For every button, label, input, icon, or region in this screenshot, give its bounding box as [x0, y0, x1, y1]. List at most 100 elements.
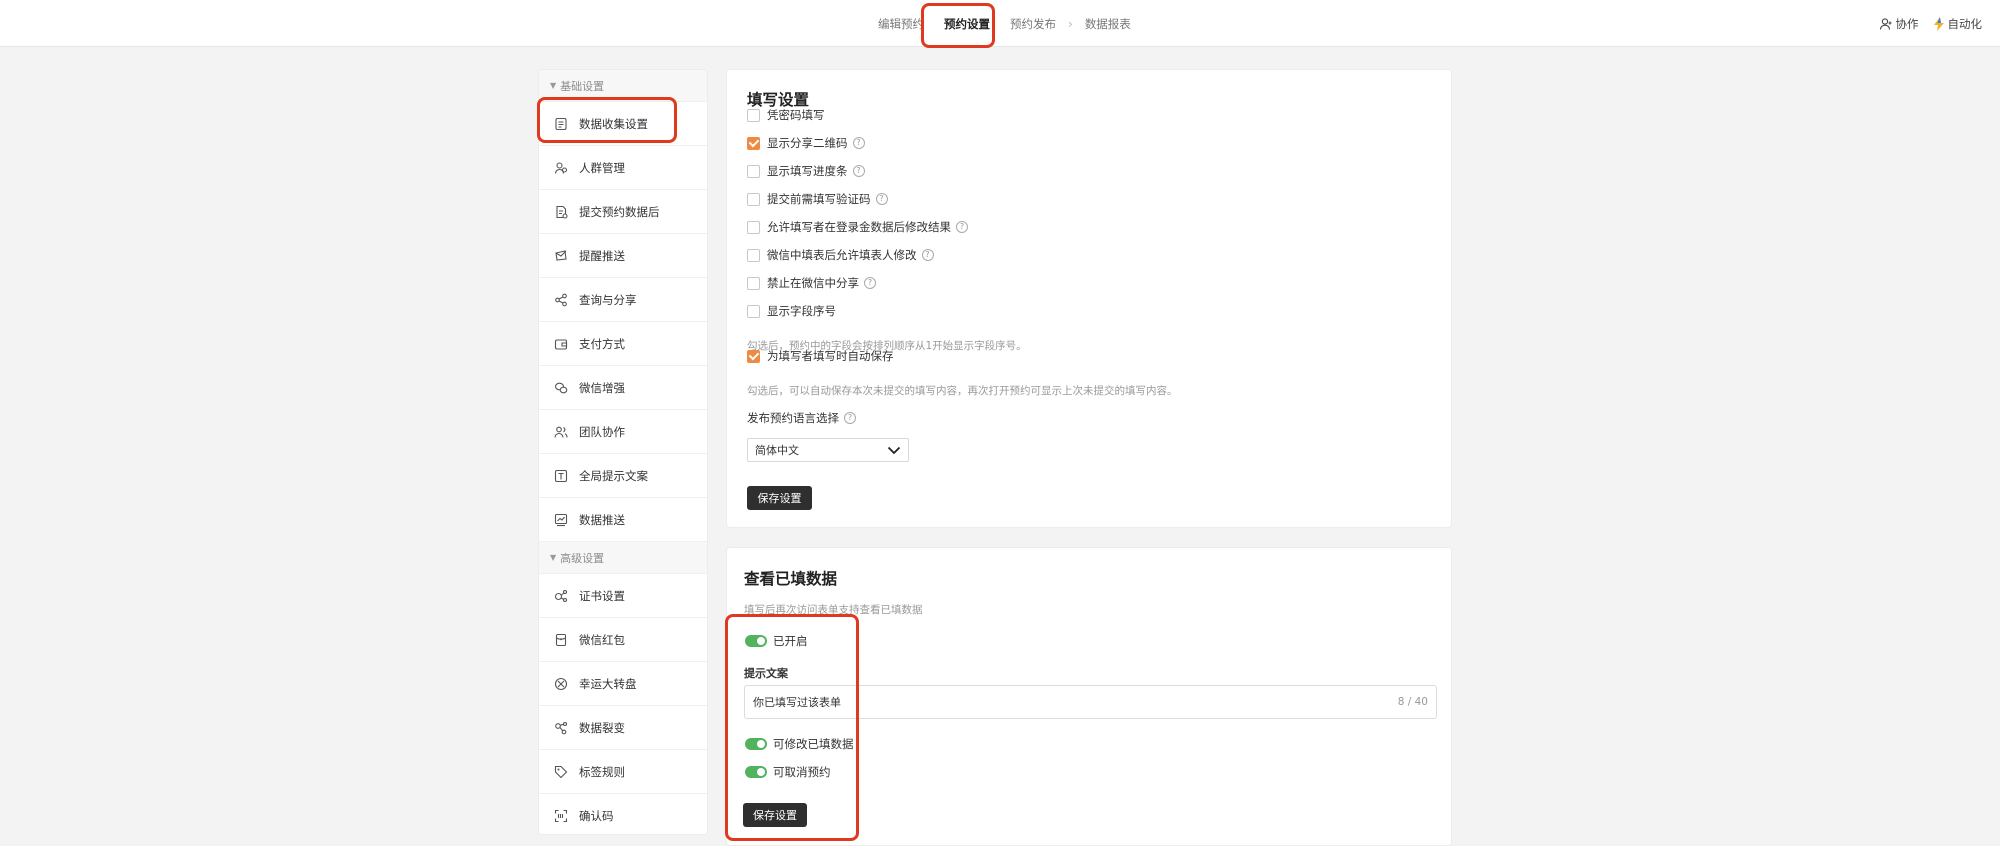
add-user-icon — [1879, 17, 1891, 30]
sidebar-item[interactable]: 数据收集设置 — [539, 102, 707, 146]
option-label: 微信中填表后允许填表人修改 — [767, 248, 917, 262]
collab-button[interactable]: 协作 — [1879, 16, 1919, 32]
help-icon[interactable]: ? — [852, 137, 865, 149]
sidebar-item[interactable]: 提醒推送 — [539, 234, 707, 278]
prompt-text-input[interactable]: 你已填写过该表单 8 / 40 — [744, 685, 1437, 719]
sidebar-item-label: 查询与分享 — [579, 292, 637, 307]
automation-button[interactable]: 自动化 — [1933, 16, 1983, 32]
sidebar-item-label: 微信红包 — [579, 632, 625, 647]
submit-doc-icon — [554, 205, 568, 219]
step-report[interactable]: 数据报表 — [1085, 16, 1131, 32]
option-checkbox[interactable] — [747, 192, 760, 206]
option-checkbox[interactable] — [747, 136, 760, 150]
option-row: 禁止在微信中分享? — [747, 275, 876, 291]
sidebar-item-label: 数据收集设置 — [579, 116, 648, 131]
option-checkbox[interactable] — [747, 276, 760, 290]
group-basic-label: 基础设置 — [560, 79, 605, 93]
top-bar: 编辑预约 预约设置 预约发布 › 数据报表 协作 自动化 — [0, 0, 2000, 47]
form-icon — [554, 117, 568, 131]
sidebar-item-label: 数据推送 — [579, 512, 625, 527]
collab-label: 协作 — [1895, 16, 1919, 31]
serial-hint: 勾选后，预约中的字段会按排列顺序从1开始显示字段序号。 — [747, 340, 1027, 352]
option-label: 凭密码填写 — [767, 108, 825, 122]
data-push-icon — [554, 513, 568, 527]
option-label: 禁止在微信中分享 — [767, 276, 859, 290]
lang-label-row: 发布预约语言选择 ? — [747, 410, 856, 426]
wechat-icon — [554, 381, 568, 395]
modify-toggle[interactable] — [745, 738, 767, 750]
save-fill-settings-button[interactable]: 保存设置 — [747, 486, 812, 510]
option-row: 提交前需填写验证码? — [747, 191, 888, 207]
sidebar-item-label: 提交预约数据后 — [579, 204, 660, 219]
sidebar-item[interactable]: 微信增强 — [539, 366, 707, 410]
step-publish[interactable]: 预约发布 — [1010, 16, 1056, 32]
scan-code-icon — [554, 809, 568, 823]
help-icon[interactable]: ? — [956, 221, 968, 233]
help-icon[interactable]: ? — [852, 165, 865, 177]
option-row: 显示字段序号 — [747, 303, 836, 319]
help-icon[interactable]: ? — [844, 412, 856, 424]
step-nav: 编辑预约 预约设置 预约发布 › 数据报表 — [868, 0, 1141, 47]
sidebar-item-label: 数据裂变 — [579, 720, 625, 735]
modify-toggle-label: 可修改已填数据 — [773, 737, 854, 751]
option-checkbox[interactable] — [747, 304, 760, 318]
help-icon[interactable]: ? — [864, 277, 876, 289]
option-label: 显示字段序号 — [767, 304, 836, 318]
sidebar-item[interactable]: 确认码 — [539, 794, 707, 834]
sidebar-item[interactable]: 提交预约数据后 — [539, 190, 707, 234]
save-view-settings-button[interactable]: 保存设置 — [743, 803, 807, 827]
top-right-actions: 协作 自动化 — [1865, 0, 1983, 47]
wheel-icon — [554, 677, 568, 691]
share-icon — [554, 293, 568, 307]
help-icon[interactable]: ? — [875, 193, 888, 205]
step-edit[interactable]: 编辑预约 — [878, 16, 924, 32]
help-icon[interactable]: ? — [921, 249, 934, 261]
lang-value: 简体中文 — [755, 444, 799, 457]
sidebar-item-label: 全局提示文案 — [579, 468, 648, 483]
sidebar-item[interactable]: 全局提示文案 — [539, 454, 707, 498]
fission-icon — [554, 721, 568, 735]
sidebar-item-label: 支付方式 — [579, 336, 625, 351]
cancel-toggle[interactable] — [745, 766, 767, 778]
sidebar-item[interactable]: 支付方式 — [539, 322, 707, 366]
sidebar-item[interactable]: 数据推送 — [539, 498, 707, 542]
sidebar-item[interactable]: 团队协作 — [539, 410, 707, 454]
option-checkbox[interactable] — [747, 108, 760, 122]
enable-toggle[interactable] — [745, 635, 767, 647]
team-icon — [554, 425, 568, 439]
modify-toggle-row: 可修改已填数据 — [745, 736, 854, 752]
sidebar-item[interactable]: 证书设置 — [539, 574, 707, 618]
option-row: 允许填写者在登录金数据后修改结果? — [747, 219, 968, 235]
wallet-icon — [554, 337, 568, 351]
cancel-toggle-row: 可取消预约 — [745, 764, 831, 780]
sidebar-item[interactable]: 人群管理 — [539, 146, 707, 190]
option-checkbox[interactable] — [747, 248, 760, 262]
sidebar-item[interactable]: 标签规则 — [539, 750, 707, 794]
sidebar-item[interactable]: 查询与分享 — [539, 278, 707, 322]
lang-label: 发布预约语言选择 — [747, 411, 839, 425]
lang-select[interactable]: 简体中文 — [747, 438, 909, 462]
sidebar-item-label: 人群管理 — [579, 160, 625, 175]
sidebar-item-label: 标签规则 — [579, 764, 625, 779]
view-filled-desc: 填写后再次访问表单支持查看已填数据 — [744, 604, 923, 616]
option-checkbox[interactable] — [747, 164, 760, 178]
reminder-icon — [554, 249, 568, 263]
prompt-label: 提示文案 — [744, 667, 788, 680]
caret-down-icon: ▼ — [550, 553, 557, 562]
group-basic[interactable]: ▼ 基础设置 — [539, 70, 707, 102]
automation-label: 自动化 — [1947, 16, 1983, 31]
option-checkbox[interactable] — [747, 220, 760, 234]
autosave-hint: 勾选后，可以自动保存本次未提交的填写内容，再次打开预约可显示上次未提交的填写内容… — [747, 385, 1178, 397]
group-advanced[interactable]: ▼ 高级设置 — [539, 542, 707, 574]
sidebar-item[interactable]: 数据裂变 — [539, 706, 707, 750]
option-row: 微信中填表后允许填表人修改? — [747, 247, 934, 263]
option-row: 凭密码填写 — [747, 107, 825, 123]
prompt-text-value: 你已填写过该表单 — [753, 696, 841, 709]
sidebar-item[interactable]: 微信红包 — [539, 618, 707, 662]
tag-icon — [554, 765, 568, 779]
sidebar-item-label: 团队协作 — [579, 424, 625, 439]
sidebar-item-label: 确认码 — [579, 808, 614, 823]
step-settings[interactable]: 预约设置 — [944, 16, 990, 32]
settings-sidebar: ▼ 基础设置 数据收集设置 人群管理 提交预约数据后 提醒推送 查询与分享 支付方式 微信增强… — [538, 69, 708, 835]
sidebar-item[interactable]: 幸运大转盘 — [539, 662, 707, 706]
